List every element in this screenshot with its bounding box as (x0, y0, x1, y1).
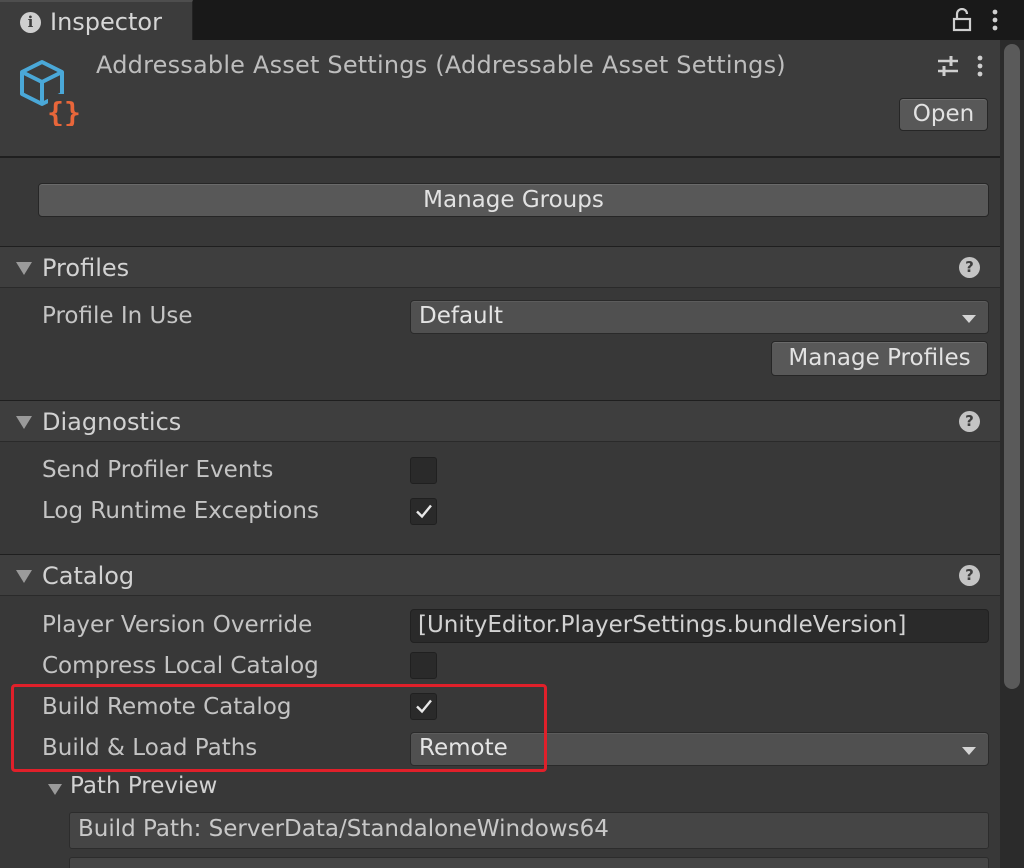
tab-inspector[interactable]: i Inspector (0, 0, 193, 40)
send-profiler-events-checkbox[interactable] (410, 457, 437, 484)
info-icon: i (20, 12, 41, 33)
foldout-arrow-icon[interactable] (16, 262, 32, 275)
dropdown-arrow-icon (962, 315, 976, 323)
profile-in-use-label: Profile In Use (42, 303, 193, 329)
section-profiles-header[interactable]: Profiles ? (0, 246, 1000, 288)
lock-icon[interactable] (952, 8, 972, 32)
inspector-header: {} Addressable Asset Settings (Addressab… (0, 40, 1000, 158)
compress-local-catalog-label: Compress Local Catalog (42, 653, 319, 679)
dropdown-value: Default (419, 303, 504, 329)
addressables-cube-icon: {} (20, 60, 81, 126)
build-path-field: Build Path: ServerData/StandaloneWindows… (69, 812, 989, 849)
inspector-content: Manage Groups Profiles ? Profile In Use … (0, 160, 1000, 868)
path-preview-title[interactable]: Path Preview (70, 773, 217, 799)
section-title: Diagnostics (42, 408, 182, 436)
load-path-field (69, 857, 989, 868)
preset-sliders-icon[interactable] (936, 54, 960, 78)
send-profiler-events-label: Send Profiler Events (42, 457, 274, 483)
scrollbar-thumb[interactable] (1004, 44, 1020, 689)
section-title: Catalog (42, 562, 135, 590)
foldout-arrow-icon[interactable] (16, 570, 32, 583)
kebab-menu-icon[interactable] (987, 8, 1003, 32)
dropdown-arrow-icon (962, 747, 976, 755)
manage-groups-button[interactable]: Manage Groups (38, 183, 989, 217)
checkmark-icon (416, 504, 432, 519)
path-preview-foldout-arrow-icon[interactable] (48, 784, 62, 795)
section-title: Profiles (42, 254, 130, 282)
log-runtime-exceptions-label: Log Runtime Exceptions (42, 498, 319, 524)
open-button[interactable]: Open (899, 98, 988, 131)
foldout-arrow-icon[interactable] (16, 416, 32, 429)
tab-bar: i Inspector (0, 0, 1024, 40)
section-catalog-header[interactable]: Catalog ? (0, 554, 1000, 596)
build-path-value: Build Path: ServerData/StandaloneWindows… (78, 816, 609, 842)
help-icon[interactable]: ? (959, 257, 980, 278)
help-icon[interactable]: ? (959, 565, 980, 586)
tab-title: Inspector (50, 8, 162, 36)
section-diagnostics-header[interactable]: Diagnostics ? (0, 400, 1000, 442)
manage-profiles-button[interactable]: Manage Profiles (771, 341, 988, 376)
compress-local-catalog-checkbox[interactable] (410, 652, 437, 679)
svg-text:{}: {} (47, 96, 81, 126)
vertical-scrollbar[interactable] (1000, 40, 1024, 868)
help-icon[interactable]: ? (959, 411, 980, 432)
player-version-override-label: Player Version Override (42, 612, 313, 638)
player-version-override-field[interactable]: [UnityEditor.PlayerSettings.bundleVersio… (410, 609, 989, 643)
highlight-annotation-box (11, 684, 547, 772)
field-value: [UnityEditor.PlayerSettings.bundleVersio… (418, 612, 907, 638)
profile-in-use-dropdown[interactable]: Default (410, 300, 989, 334)
context-menu-icon[interactable] (972, 54, 988, 78)
log-runtime-exceptions-checkbox[interactable] (410, 498, 437, 525)
asset-title: Addressable Asset Settings (Addressable … (96, 51, 786, 79)
